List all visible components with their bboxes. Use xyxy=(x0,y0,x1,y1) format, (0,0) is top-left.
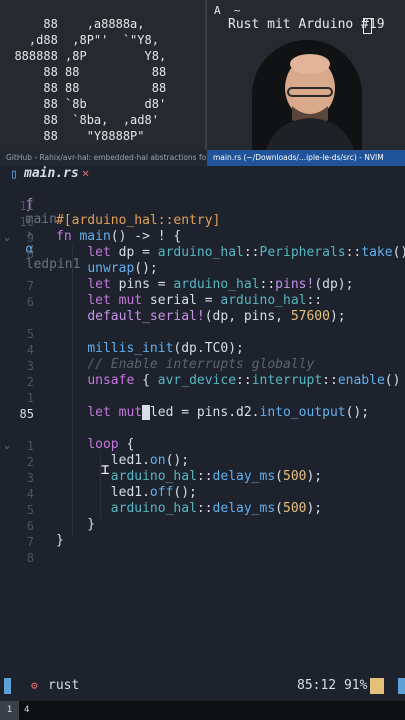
line-number: 7 xyxy=(26,279,34,293)
line-number: 11 xyxy=(19,199,34,213)
code-line: unwrap(); xyxy=(87,261,158,276)
ascii-art-line: ,d88 ,8P"' `"Y8, xyxy=(0,33,159,47)
line-number: 3 xyxy=(26,359,34,373)
mode-indicator xyxy=(4,678,11,694)
code-line: arduino_hal::delay_ms(500); xyxy=(110,501,323,516)
line-number: 10 xyxy=(19,215,34,229)
code-line: } xyxy=(56,517,96,532)
code-line-current: let mut led = pins.d2.into_output(); xyxy=(87,405,370,420)
status-end-block xyxy=(398,678,405,694)
line-number: 2 xyxy=(26,455,34,469)
line-number: 6 xyxy=(26,295,34,309)
line-number: 2 xyxy=(26,375,34,389)
line-number: 8 xyxy=(26,551,34,565)
code-line: let dp = arduino_hal::Peripherals::take(… xyxy=(87,245,405,260)
buffer-filename[interactable]: main.rs xyxy=(24,166,79,181)
ascii-art-line: 88 88 88 xyxy=(0,65,167,79)
code-line: default_serial!(dp, pins, 57600); xyxy=(87,309,346,324)
terminal-title-text: Rust mit Arduino #19 xyxy=(228,17,385,32)
ascii-art-line: 88 "Y8888P" xyxy=(0,129,145,143)
cursor-position: 85:12 91% xyxy=(297,678,368,693)
code-line: let mut serial = arduino_hal:: xyxy=(87,293,323,308)
shell-prompt: A ~ xyxy=(214,4,241,17)
tmux-window-1[interactable]: 1 xyxy=(0,701,19,720)
ascii-art-line: 888888 ,8P Y8, xyxy=(0,49,167,63)
code-line: } xyxy=(56,533,64,548)
code-line: led1.on(); xyxy=(56,453,190,468)
line-number: 5 xyxy=(26,503,34,517)
rust-file-icon: ▯ xyxy=(10,167,18,182)
code-line: led1.off(); xyxy=(56,485,197,500)
code-line: fn main() -> ! { xyxy=(56,229,182,244)
ascii-art-line: 88 ,a8888a, xyxy=(0,17,145,31)
tmux-window-2[interactable]: 4 xyxy=(24,701,29,720)
line-number: 6 xyxy=(26,519,34,533)
mouse-pointer-icon: ⌶ xyxy=(101,462,110,478)
line-number: 85 xyxy=(19,407,34,421)
tab-github-avr-hal[interactable]: GitHub - Rahix/avr-hal: embedded-hal abs… xyxy=(0,150,208,166)
ascii-art-line: 88 88 88 xyxy=(0,81,167,95)
status-end-block xyxy=(370,678,384,694)
code-line: loop { xyxy=(87,437,135,452)
ascii-art-line: 88 `8b d8' xyxy=(0,97,167,111)
code-line: // Enable interrupts globally xyxy=(87,357,315,372)
line-number: 4 xyxy=(26,487,34,501)
line-number: 5 xyxy=(26,327,34,341)
code-line: arduino_hal::delay_ms(500); xyxy=(110,469,323,484)
tmux-status-bar xyxy=(0,701,405,720)
line-number: 1 xyxy=(26,391,34,405)
line-number: 3 xyxy=(26,471,34,485)
fold-open-icon[interactable]: ⌄ xyxy=(4,438,10,454)
window-tab-bar: GitHub - Rahix/avr-hal: embedded-hal abs… xyxy=(0,150,405,166)
fold-open-icon[interactable]: ⌄ xyxy=(4,230,10,246)
webcam-overlay xyxy=(252,40,362,150)
code-line: #[arduino_hal::entry] xyxy=(56,213,221,228)
line-number: 4 xyxy=(26,343,34,357)
close-buffer-icon[interactable]: ✕ xyxy=(82,166,89,181)
line-number: 8 xyxy=(26,247,34,261)
terminal-pane-ascii[interactable]: 88 ,a8888a, ,d88 ,8P"' `"Y8, 888888 ,8P … xyxy=(0,0,205,150)
rust-lang-icon: ⚙ xyxy=(31,679,38,692)
filetype-label: rust xyxy=(48,678,80,693)
tab-nvim-main-rs[interactable]: main.rs (~/Downloads/...iple-le-ds/src) … xyxy=(207,150,405,166)
terminal-cursor xyxy=(363,18,372,34)
ascii-art-line: 88 `8ba, ,ad8' xyxy=(0,113,159,127)
code-line: millis_init(dp.TC0); xyxy=(87,341,244,356)
code-line: unsafe { avr_device::interrupt::enable()… xyxy=(87,373,401,388)
code-line: let pins = arduino_hal::pins!(dp); xyxy=(87,277,354,292)
line-number: 7 xyxy=(26,535,34,549)
